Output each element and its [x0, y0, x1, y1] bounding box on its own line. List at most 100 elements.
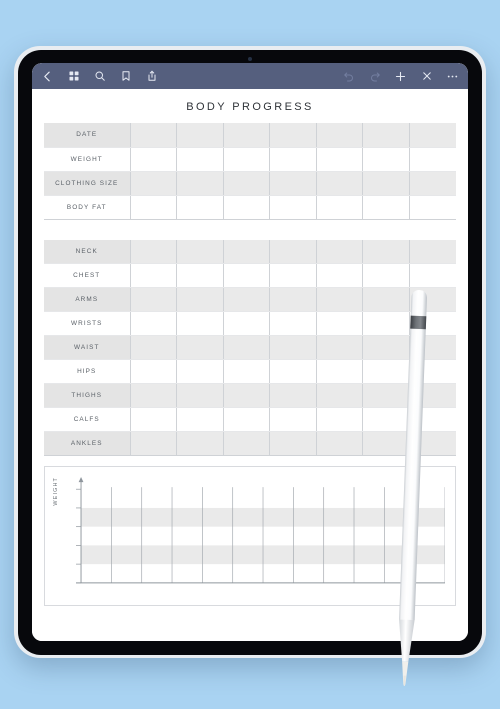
- table-cell[interactable]: [223, 311, 271, 336]
- table-cell[interactable]: [176, 147, 224, 172]
- table-cell[interactable]: [176, 123, 224, 148]
- table-cell[interactable]: [223, 239, 271, 264]
- table-cell[interactable]: [362, 123, 410, 148]
- table-cell[interactable]: [316, 287, 364, 312]
- table-cell[interactable]: [130, 383, 178, 408]
- table-cell[interactable]: [223, 147, 271, 172]
- redo-icon[interactable]: [368, 70, 381, 83]
- table-cell[interactable]: [223, 383, 271, 408]
- table-cell[interactable]: [223, 171, 271, 196]
- table-cell[interactable]: [223, 195, 271, 220]
- table-cell[interactable]: [362, 263, 410, 288]
- table-cell[interactable]: [176, 239, 224, 264]
- table-cell[interactable]: [409, 171, 456, 196]
- weight-chart[interactable]: WEIGHT: [44, 466, 456, 606]
- table-cell[interactable]: [176, 171, 224, 196]
- table-cell[interactable]: [176, 407, 224, 432]
- table-cell[interactable]: [316, 263, 364, 288]
- table-cell[interactable]: [409, 239, 456, 264]
- table-cell[interactable]: [362, 287, 410, 312]
- table-cell[interactable]: [269, 263, 317, 288]
- table-cell[interactable]: [409, 359, 456, 384]
- bookmark-icon[interactable]: [119, 70, 132, 83]
- table-cell[interactable]: [269, 407, 317, 432]
- back-icon[interactable]: [41, 70, 54, 83]
- add-icon[interactable]: [394, 70, 407, 83]
- table-cell[interactable]: [269, 335, 317, 360]
- table-cell[interactable]: [269, 171, 317, 196]
- table-cell[interactable]: [130, 431, 178, 456]
- close-icon[interactable]: [420, 70, 433, 83]
- table-cell[interactable]: [409, 147, 456, 172]
- share-icon[interactable]: [145, 70, 158, 83]
- table-cell[interactable]: [316, 359, 364, 384]
- table-cell[interactable]: [269, 383, 317, 408]
- table-cell[interactable]: [176, 263, 224, 288]
- table-cell[interactable]: [409, 195, 456, 220]
- table-cell[interactable]: [316, 123, 364, 148]
- table-cell[interactable]: [316, 407, 364, 432]
- table-cell[interactable]: [409, 383, 456, 408]
- table-cell[interactable]: [176, 383, 224, 408]
- table-cell[interactable]: [269, 287, 317, 312]
- table-cell[interactable]: [269, 195, 317, 220]
- table-cell[interactable]: [269, 239, 317, 264]
- table-cell[interactable]: [223, 335, 271, 360]
- table-cell[interactable]: [223, 123, 271, 148]
- table-cell[interactable]: [362, 239, 410, 264]
- search-icon[interactable]: [93, 70, 106, 83]
- table-general-measurements[interactable]: DATE WEIGHT CLOTHING SIZE BODY FAT: [44, 123, 456, 220]
- table-cell[interactable]: [130, 335, 178, 360]
- table-cell[interactable]: [362, 407, 410, 432]
- table-cell[interactable]: [409, 311, 456, 336]
- table-cell[interactable]: [409, 431, 456, 456]
- table-cell[interactable]: [316, 171, 364, 196]
- table-cell[interactable]: [176, 335, 224, 360]
- table-cell[interactable]: [130, 359, 178, 384]
- table-cell[interactable]: [362, 335, 410, 360]
- table-cell[interactable]: [130, 123, 178, 148]
- table-cell[interactable]: [362, 147, 410, 172]
- table-cell[interactable]: [316, 431, 364, 456]
- table-cell[interactable]: [269, 311, 317, 336]
- table-cell[interactable]: [362, 383, 410, 408]
- table-cell[interactable]: [223, 263, 271, 288]
- chart-plot-area[interactable]: [73, 477, 445, 591]
- table-cell[interactable]: [362, 195, 410, 220]
- table-cell[interactable]: [130, 311, 178, 336]
- table-cell[interactable]: [176, 359, 224, 384]
- table-cell[interactable]: [316, 383, 364, 408]
- table-cell[interactable]: [409, 335, 456, 360]
- grid-icon[interactable]: [67, 70, 80, 83]
- table-cell[interactable]: [269, 431, 317, 456]
- table-cell[interactable]: [176, 195, 224, 220]
- table-cell[interactable]: [409, 123, 456, 148]
- table-cell[interactable]: [409, 263, 456, 288]
- table-cell[interactable]: [362, 431, 410, 456]
- table-cell[interactable]: [362, 359, 410, 384]
- table-cell[interactable]: [316, 195, 364, 220]
- table-cell[interactable]: [316, 311, 364, 336]
- table-cell[interactable]: [130, 287, 178, 312]
- table-cell[interactable]: [223, 431, 271, 456]
- table-cell[interactable]: [130, 239, 178, 264]
- document-page[interactable]: BODY PROGRESS DATE WEIGHT CLOTHING SIZE BOD…: [32, 89, 468, 641]
- table-cell[interactable]: [223, 287, 271, 312]
- table-cell[interactable]: [409, 287, 456, 312]
- table-cell[interactable]: [130, 147, 178, 172]
- more-icon[interactable]: [446, 70, 459, 83]
- table-cell[interactable]: [316, 147, 364, 172]
- table-cell[interactable]: [316, 335, 364, 360]
- table-cell[interactable]: [176, 431, 224, 456]
- table-cell[interactable]: [362, 311, 410, 336]
- table-cell[interactable]: [269, 123, 317, 148]
- table-cell[interactable]: [269, 147, 317, 172]
- table-cell[interactable]: [130, 407, 178, 432]
- table-cell[interactable]: [409, 407, 456, 432]
- table-cell[interactable]: [130, 263, 178, 288]
- table-cell[interactable]: [130, 171, 178, 196]
- table-cell[interactable]: [223, 359, 271, 384]
- table-cell[interactable]: [223, 407, 271, 432]
- table-cell[interactable]: [269, 359, 317, 384]
- undo-icon[interactable]: [342, 70, 355, 83]
